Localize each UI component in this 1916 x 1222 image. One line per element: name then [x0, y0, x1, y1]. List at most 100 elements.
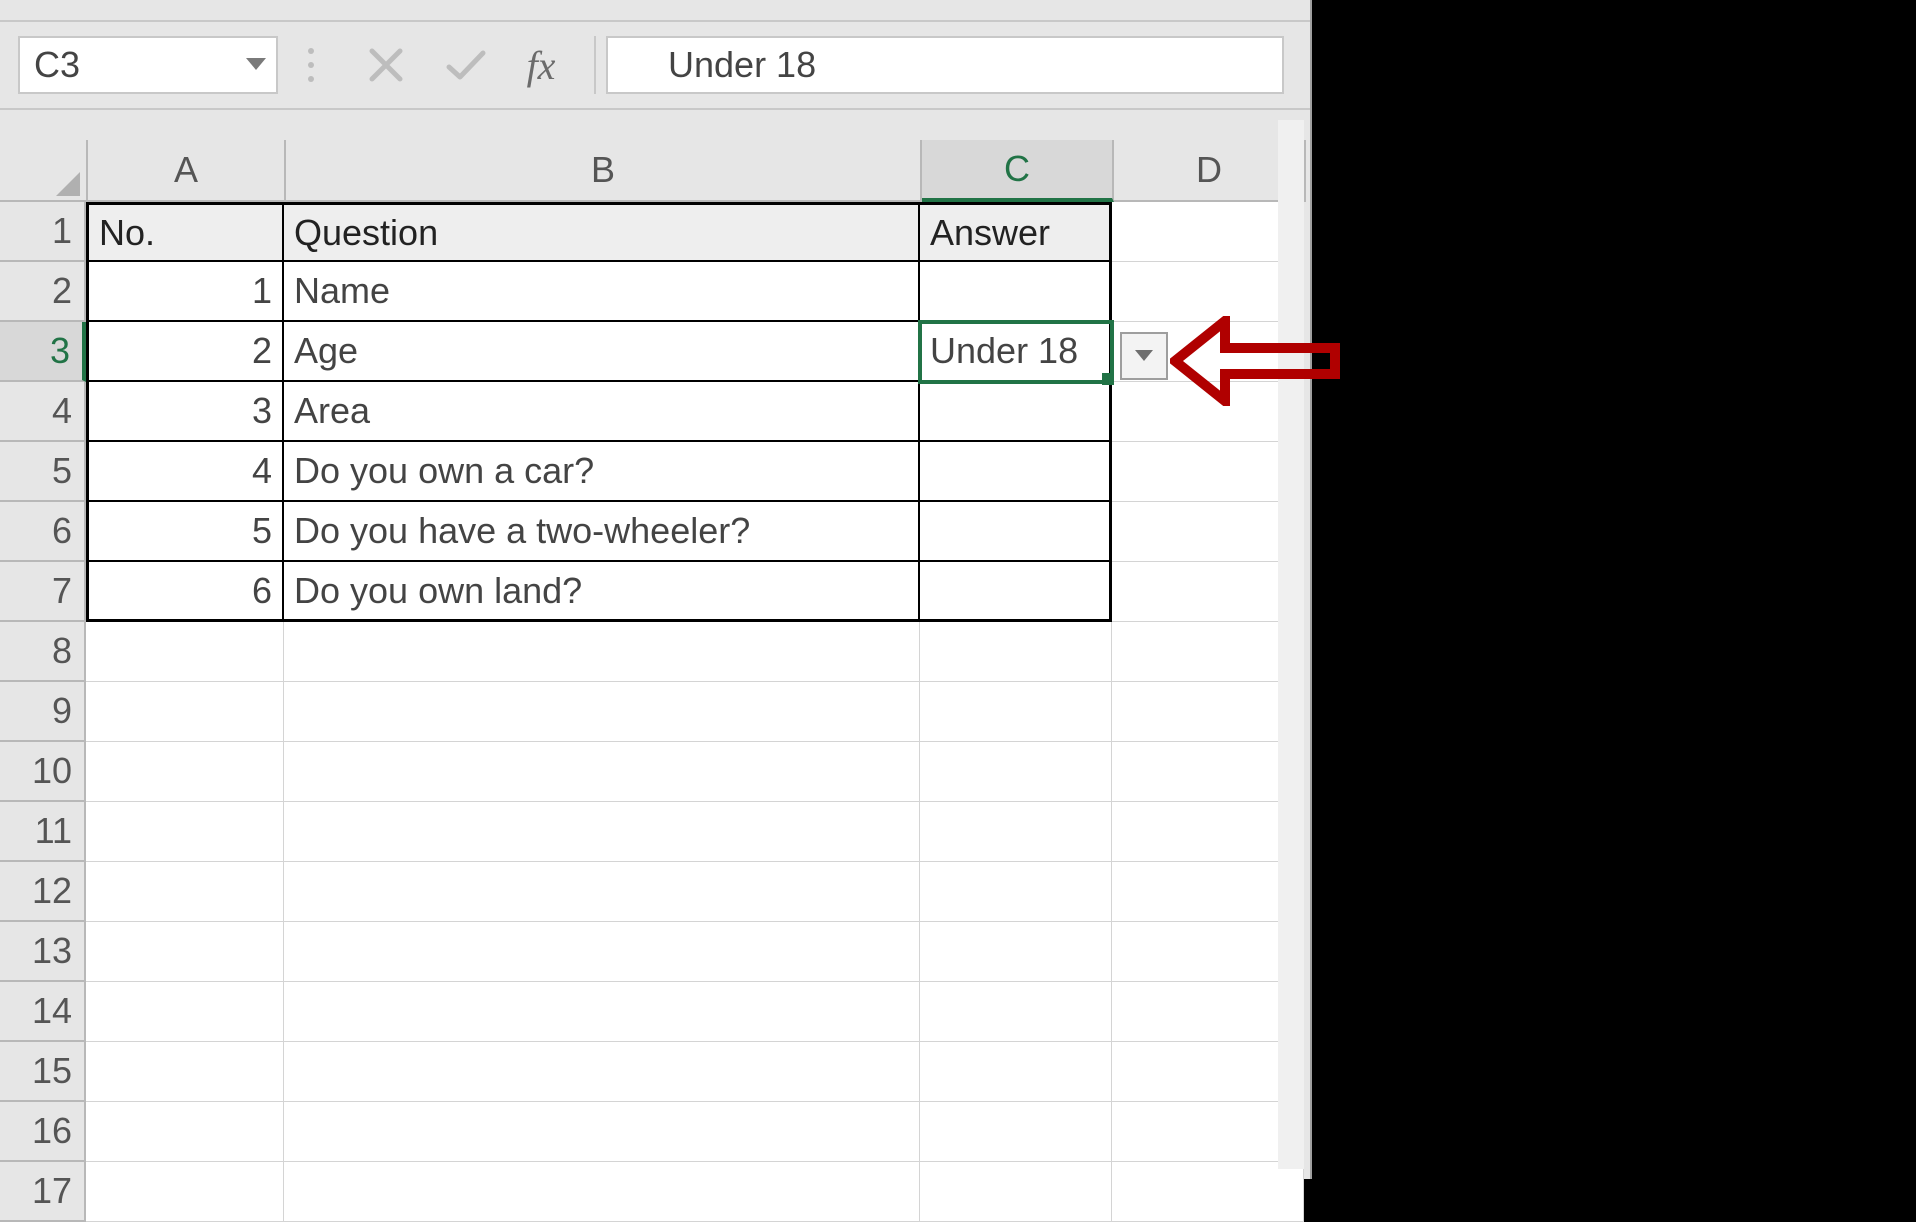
row-header-3[interactable]: 3	[0, 322, 86, 382]
row-header-5[interactable]: 5	[0, 442, 86, 502]
cell-B6[interactable]: Do you have a two-wheeler?	[284, 502, 920, 562]
row-header-15[interactable]: 15	[0, 1042, 86, 1102]
cell-A16[interactable]	[86, 1102, 284, 1162]
column-header-C[interactable]: C	[922, 140, 1114, 202]
cell-C12[interactable]	[920, 862, 1112, 922]
cell-B17[interactable]	[284, 1162, 920, 1222]
cell-B2[interactable]: Name	[284, 262, 920, 322]
column-header-B[interactable]: B	[286, 140, 922, 202]
data-validation-dropdown-button[interactable]	[1120, 332, 1168, 380]
row-header-11[interactable]: 11	[0, 802, 86, 862]
cell-C14[interactable]	[920, 982, 1112, 1042]
cell-D11[interactable]	[1112, 802, 1304, 862]
cell-D5[interactable]	[1112, 442, 1304, 502]
row-header-8[interactable]: 8	[0, 622, 86, 682]
cell-D8[interactable]	[1112, 622, 1304, 682]
cell-C1[interactable]: Answer	[920, 202, 1112, 262]
cell-D7[interactable]	[1112, 562, 1304, 622]
insert-function-button[interactable]: fx	[506, 42, 576, 89]
row-header-13[interactable]: 13	[0, 922, 86, 982]
row-header-12[interactable]: 12	[0, 862, 86, 922]
row-header-9[interactable]: 9	[0, 682, 86, 742]
cell-A11[interactable]	[86, 802, 284, 862]
name-box-dropdown-icon[interactable]	[246, 58, 266, 72]
cell-C2[interactable]	[920, 262, 1112, 322]
cell-A4[interactable]: 3	[86, 382, 284, 442]
row-header-16[interactable]: 16	[0, 1102, 86, 1162]
row-header-2[interactable]: 2	[0, 262, 86, 322]
cell-C8[interactable]	[920, 622, 1112, 682]
row-header-17[interactable]: 17	[0, 1162, 86, 1222]
cell-C4[interactable]	[920, 382, 1112, 442]
cell-D15[interactable]	[1112, 1042, 1304, 1102]
cell-B5[interactable]: Do you own a car?	[284, 442, 920, 502]
cell-D9[interactable]	[1112, 682, 1304, 742]
cell-B12[interactable]	[284, 862, 920, 922]
row-header-6[interactable]: 6	[0, 502, 86, 562]
row-header-7[interactable]: 7	[0, 562, 86, 622]
cell-B13[interactable]	[284, 922, 920, 982]
row-12: 12	[0, 862, 1310, 922]
cell-C5[interactable]	[920, 442, 1112, 502]
enter-formula-button[interactable]	[426, 36, 506, 94]
cell-A7[interactable]: 6	[86, 562, 284, 622]
cell-D6[interactable]	[1112, 502, 1304, 562]
vertical-scrollbar[interactable]	[1278, 120, 1304, 1169]
row-header-14[interactable]: 14	[0, 982, 86, 1042]
cell-A3[interactable]: 2	[86, 322, 284, 382]
cell-B16[interactable]	[284, 1102, 920, 1162]
cell-C16[interactable]	[920, 1102, 1112, 1162]
cell-C15[interactable]	[920, 1042, 1112, 1102]
cell-D17[interactable]	[1112, 1162, 1304, 1222]
row-15: 15	[0, 1042, 1310, 1102]
cell-D13[interactable]	[1112, 922, 1304, 982]
cell-D14[interactable]	[1112, 982, 1304, 1042]
cell-A8[interactable]	[86, 622, 284, 682]
cell-C10[interactable]	[920, 742, 1112, 802]
cell-C3[interactable]: Under 18	[920, 322, 1112, 382]
cell-A5[interactable]: 4	[86, 442, 284, 502]
cell-A6[interactable]: 5	[86, 502, 284, 562]
cell-B10[interactable]	[284, 742, 920, 802]
cell-C7[interactable]	[920, 562, 1112, 622]
cancel-formula-button[interactable]	[346, 36, 426, 94]
selection-fill-handle[interactable]	[1102, 373, 1114, 385]
name-box[interactable]: C3	[18, 36, 278, 94]
cell-D16[interactable]	[1112, 1102, 1304, 1162]
cell-C6[interactable]	[920, 502, 1112, 562]
row-header-10[interactable]: 10	[0, 742, 86, 802]
cell-A1[interactable]: No.	[86, 202, 284, 262]
row-2: 2 1 Name	[0, 262, 1310, 322]
cell-B4[interactable]: Area	[284, 382, 920, 442]
cell-A10[interactable]	[86, 742, 284, 802]
cell-B14[interactable]	[284, 982, 920, 1042]
column-header-A[interactable]: A	[88, 140, 286, 202]
cell-C17[interactable]	[920, 1162, 1112, 1222]
cell-D1[interactable]	[1112, 202, 1304, 262]
cell-C13[interactable]	[920, 922, 1112, 982]
cell-B15[interactable]	[284, 1042, 920, 1102]
cell-A17[interactable]	[86, 1162, 284, 1222]
formula-input[interactable]: Under 18	[606, 36, 1284, 94]
cell-B7[interactable]: Do you own land?	[284, 562, 920, 622]
cell-D12[interactable]	[1112, 862, 1304, 922]
cell-B1[interactable]: Question	[284, 202, 920, 262]
cell-A15[interactable]	[86, 1042, 284, 1102]
cell-A14[interactable]	[86, 982, 284, 1042]
cell-D10[interactable]	[1112, 742, 1304, 802]
select-all-corner[interactable]	[0, 140, 88, 202]
cell-A13[interactable]	[86, 922, 284, 982]
row-1: 1 No. Question Answer	[0, 202, 1310, 262]
cell-A12[interactable]	[86, 862, 284, 922]
cell-B8[interactable]	[284, 622, 920, 682]
cell-A2[interactable]: 1	[86, 262, 284, 322]
cell-C11[interactable]	[920, 802, 1112, 862]
cell-C9[interactable]	[920, 682, 1112, 742]
cell-B9[interactable]	[284, 682, 920, 742]
cell-A9[interactable]	[86, 682, 284, 742]
row-header-4[interactable]: 4	[0, 382, 86, 442]
row-header-1[interactable]: 1	[0, 202, 86, 262]
cell-D2[interactable]	[1112, 262, 1304, 322]
cell-B11[interactable]	[284, 802, 920, 862]
cell-B3[interactable]: Age	[284, 322, 920, 382]
